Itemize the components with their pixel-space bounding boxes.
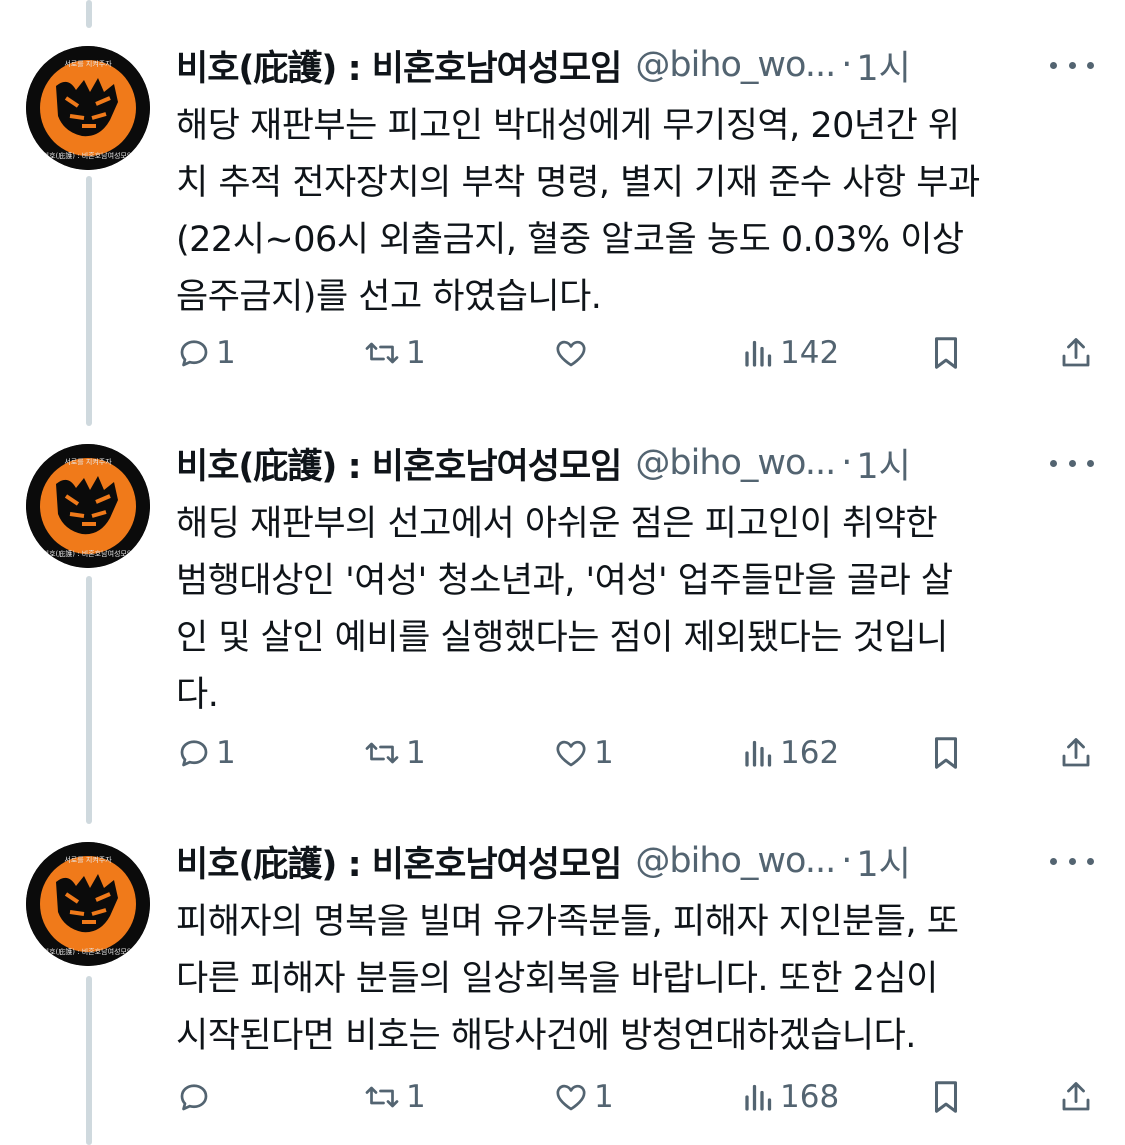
share-icon [1062,338,1090,367]
retweet-count: 1 [406,335,426,371]
views-button[interactable]: 142 [742,330,839,376]
handle[interactable]: @biho_wo... [635,45,836,85]
avatar-ring-text: 비호(庇護) : 비혼호남여성모임 [43,549,134,558]
share-button[interactable] [1058,730,1094,776]
views-icon [745,740,772,767]
avatar-top-text: 서로를 지켜주자 [64,855,112,864]
action-bar: 1 1 142 [176,330,1096,376]
share-icon [1062,738,1090,767]
tweet-header: 비호(庇護) : 비혼호남여성모임 @biho_wo... · 1시 [176,834,1096,888]
tweet-text-line: 음주금지)를 선고 하였습니다. [176,277,602,317]
tweet-text-line: 범행대상인 '여성' 청소년과, '여성' 업주들만을 골라 살 [176,561,953,601]
tweet-text-line: 인 및 살인 예비를 실행했다는 점이 제외됐다는 것입니 [176,618,948,658]
more-icon[interactable] [1050,38,1094,92]
tweet-text-line: 다른 피해자 분들의 일상회복을 바랍니다. 또한 2심이 [176,959,938,999]
tweet-text-line: 다. [176,675,219,715]
views-icon [745,1084,772,1111]
retweet-button[interactable]: 1 [362,730,426,776]
tweet-text-line: 시작된다면 비호는 해당사건에 방청연대하겠습니다. [176,1016,916,1056]
avatar[interactable]: 서로를 지켜주자 비호(庇護) : 비혼호남여성모임 [26,444,150,568]
views-count: 168 [780,1079,840,1115]
like-button[interactable] [552,330,594,376]
retweet-icon [365,1086,399,1108]
reply-icon [180,1084,208,1111]
views-count: 142 [780,335,840,371]
reply-count: 1 [216,335,236,371]
reply-button[interactable]: 1 [176,330,236,376]
timestamp[interactable]: 1시 [856,836,910,887]
reply-count: 1 [216,735,236,771]
heart-icon [556,740,586,767]
bookmark-button[interactable] [930,730,962,776]
retweet-icon [365,342,399,364]
share-button[interactable] [1058,330,1094,376]
avatar-ring-text: 비호(庇護) : 비혼호남여성모임 [43,151,134,160]
tweet-text-line: 피해자의 명복을 빌며 유가족분들, 피해자 지인분들, 또 [176,902,959,942]
views-button[interactable]: 168 [742,1074,839,1120]
display-name[interactable]: 비호(庇護) : 비혼호남여성모임 [176,40,622,91]
views-count: 162 [780,735,840,771]
action-bar: 1 1 1 162 [176,730,1096,776]
tweet-text: 해딩 재판부의 선고에서 아쉬운 점은 피고인이 취약한 범행대상인 '여성' … [176,496,1076,724]
retweet-button[interactable]: 1 [362,1074,426,1120]
thread-line-top [86,0,92,28]
handle[interactable]: @biho_wo... [635,443,836,483]
timestamp[interactable]: 1시 [856,438,910,489]
more-icon[interactable] [1050,834,1094,888]
separator-dot: · [841,841,853,881]
avatar-top-text: 서로를 지켜주자 [64,59,112,68]
retweet-count: 1 [406,735,426,771]
reply-button[interactable] [176,1074,216,1120]
heart-icon [556,1084,586,1111]
like-count: 1 [594,735,614,771]
reply-icon [180,740,208,767]
views-button[interactable]: 162 [742,730,839,776]
tweet-text-line: 치 추적 전자장치의 부착 명령, 별지 기재 준수 사항 부과 [176,163,980,203]
avatar[interactable]: 서로를 지켜주자 비호(庇護) : 비혼호남여성모임 [26,842,150,966]
retweet-icon [365,742,399,764]
views-icon [745,340,772,367]
retweet-count: 1 [406,1079,426,1115]
timestamp[interactable]: 1시 [856,40,910,91]
avatar-top-text: 서로를 지켜주자 [64,457,112,466]
display-name[interactable]: 비호(庇護) : 비혼호남여성모임 [176,438,622,489]
bookmark-icon [934,737,958,769]
handle[interactable]: @biho_wo... [635,841,836,881]
tweet-header: 비호(庇護) : 비혼호남여성모임 @biho_wo... · 1시 [176,436,1096,490]
tweet[interactable]: 서로를 지켜주자 비호(庇護) : 비혼호남여성모임 비호(庇護) : 비혼호남… [0,436,1125,796]
action-bar: 1 1 168 [176,1074,1096,1120]
tweet-text-line: 해당 재판부는 피고인 박대성에게 무기징역, 20년간 위 [176,106,960,146]
display-name[interactable]: 비호(庇護) : 비혼호남여성모임 [176,836,622,887]
tweet-header: 비호(庇護) : 비혼호남여성모임 @biho_wo... · 1시 [176,38,1096,92]
tweet-text-line: 해딩 재판부의 선고에서 아쉬운 점은 피고인이 취약한 [176,504,938,544]
more-icon[interactable] [1050,436,1094,490]
bookmark-icon [934,1081,958,1113]
share-button[interactable] [1058,1074,1094,1120]
like-button[interactable]: 1 [552,730,614,776]
like-button[interactable]: 1 [552,1074,614,1120]
reply-button[interactable]: 1 [176,730,236,776]
tweet-text: 피해자의 명복을 빌며 유가족분들, 피해자 지인분들, 또 다른 피해자 분들… [176,894,1076,1065]
share-icon [1062,1082,1090,1111]
reply-icon [180,340,208,367]
tweet[interactable]: 서로를 지켜주자 비호(庇護) : 비혼호남여성모임 비호(庇護) : 비혼호남… [0,834,1125,1134]
tweet[interactable]: 서로를 지켜주자 비호(庇護) : 비혼호남여성모임 비호(庇護) : 비혼호남… [0,38,1125,398]
bookmark-button[interactable] [930,1074,962,1120]
heart-icon [556,340,586,367]
avatar[interactable]: 서로를 지켜주자 비호(庇護) : 비혼호남여성모임 [26,46,150,170]
retweet-button[interactable]: 1 [362,330,426,376]
like-count: 1 [594,1079,614,1115]
tweet-text: 해당 재판부는 피고인 박대성에게 무기징역, 20년간 위 치 추적 전자장치… [176,98,1076,326]
avatar-ring-text: 비호(庇護) : 비혼호남여성모임 [43,947,134,956]
separator-dot: · [841,45,853,85]
bookmark-button[interactable] [930,330,962,376]
separator-dot: · [841,443,853,483]
tweet-text-line: (22시~06시 외출금지, 혈중 알코올 농도 0.03% 이상 [176,220,964,260]
bookmark-icon [934,337,958,369]
